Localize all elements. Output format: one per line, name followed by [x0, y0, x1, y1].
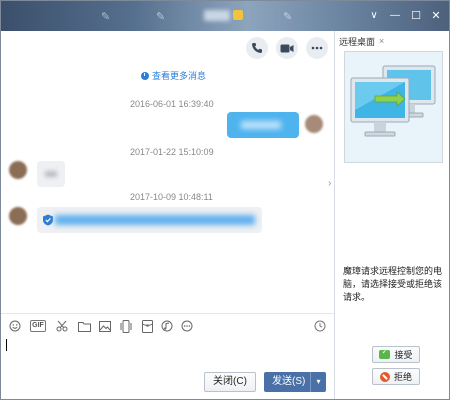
more-circle-icon — [181, 320, 193, 332]
send-button[interactable]: 发送(S) ▾ — [264, 372, 326, 392]
image-icon — [99, 320, 111, 332]
accept-label: 接受 — [394, 350, 413, 360]
reject-button[interactable]: 拒绝 — [372, 368, 420, 385]
message-area[interactable]: 查看更多消息 2016-06-01 16:39:40 2017-01-22 15… — [1, 31, 334, 313]
video-icon — [280, 44, 294, 52]
sent-message-bubble[interactable] — [227, 112, 299, 138]
check-icon — [379, 347, 391, 359]
send-image-button[interactable] — [98, 319, 112, 333]
collapse-panel-arrow-icon[interactable]: › — [328, 178, 331, 189]
voice-call-button[interactable] — [246, 37, 268, 59]
ban-icon — [379, 371, 390, 382]
video-call-button[interactable] — [276, 37, 298, 59]
vip-badge-icon — [233, 10, 243, 20]
gif-icon: GIF — [30, 320, 46, 332]
remote-desktop-panel: 远程桌面 × 魔璋请求远程控制您的电脑，请选择接受或拒绝该请求。 ✓ 接受 拒绝 — [334, 31, 449, 399]
input-toolbar: GIF — [1, 313, 334, 337]
send-options-chevron-down-icon[interactable]: ▾ — [310, 372, 326, 392]
scissors-icon — [56, 320, 68, 332]
text-caret — [6, 339, 7, 351]
more-button[interactable] — [306, 37, 328, 59]
remote-request-message: 魔璋请求远程控制您的电脑，请选择接受或拒绝该请求。 — [343, 266, 443, 302]
screenshot-button[interactable] — [55, 319, 69, 333]
load-more-label: 查看更多消息 — [152, 71, 207, 81]
message-timestamp: 2016-06-01 16:39:40 — [130, 99, 214, 109]
message-input[interactable]: 关闭(C) 发送(S) ▾ — [1, 337, 334, 399]
blurred-image — [45, 171, 57, 177]
contact-avatar[interactable] — [9, 161, 27, 179]
more-icon — [311, 46, 323, 50]
red-packet-icon — [141, 319, 153, 333]
monitors-icon — [345, 52, 442, 162]
phone-shake-icon — [120, 319, 132, 333]
title-bar[interactable]: ✎ ✎ ✎ ∨ — ☐ ✕ — [1, 1, 449, 31]
close-button[interactable]: ✕ — [427, 7, 445, 25]
gif-button[interactable]: GIF — [30, 319, 46, 333]
message-timestamp: 2017-10-09 10:48:11 — [130, 192, 213, 202]
remote-desktop-illustration — [344, 51, 443, 163]
music-button[interactable] — [160, 319, 174, 333]
close-chat-button[interactable]: 关闭(C) — [204, 372, 256, 392]
contact-name-blurred — [204, 10, 230, 21]
close-tab-icon[interactable]: × — [379, 36, 384, 46]
music-icon — [161, 320, 173, 332]
more-tools-button[interactable] — [180, 319, 194, 333]
my-avatar[interactable] — [305, 115, 323, 133]
chat-window: ✎ ✎ ✎ ∨ — ☐ ✕ 查看更多消息 2016-06-01 16:39:40… — [0, 0, 450, 400]
red-packet-button[interactable] — [140, 319, 154, 333]
accept-button[interactable]: 接受 — [372, 346, 420, 363]
load-more-messages-link[interactable]: 查看更多消息 — [141, 69, 206, 82]
maximize-button[interactable]: ☐ — [407, 7, 425, 25]
emoji-button[interactable] — [8, 319, 22, 333]
send-label: 发送(S) — [272, 376, 306, 387]
received-link-bubble[interactable] — [37, 207, 262, 233]
tab-remote-desktop[interactable]: 远程桌面 × — [339, 33, 384, 49]
decoration-pencil-icon: ✎ — [283, 11, 293, 23]
reject-label: 拒绝 — [393, 372, 412, 382]
contact-avatar[interactable] — [9, 207, 27, 225]
send-file-button[interactable] — [77, 319, 91, 333]
minimize-button[interactable]: — — [386, 7, 404, 25]
tab-label: 远程桌面 — [339, 36, 376, 47]
emoji-icon — [9, 320, 21, 332]
folder-icon — [77, 321, 91, 332]
dropdown-button[interactable]: ∨ — [365, 7, 383, 25]
blurred-link — [55, 215, 255, 225]
decoration-pencil-icon: ✎ — [156, 11, 166, 23]
decoration-pencil-icon: ✎ — [101, 11, 111, 23]
shield-icon — [43, 214, 53, 226]
phone-icon — [252, 43, 262, 53]
history-button[interactable] — [313, 319, 327, 333]
clock-icon — [141, 71, 149, 80]
received-image-bubble[interactable] — [37, 161, 65, 187]
shake-button[interactable] — [119, 319, 133, 333]
history-clock-icon — [314, 320, 326, 332]
message-timestamp: 2017-01-22 15:10:09 — [130, 147, 214, 157]
blurred-text — [241, 121, 281, 129]
